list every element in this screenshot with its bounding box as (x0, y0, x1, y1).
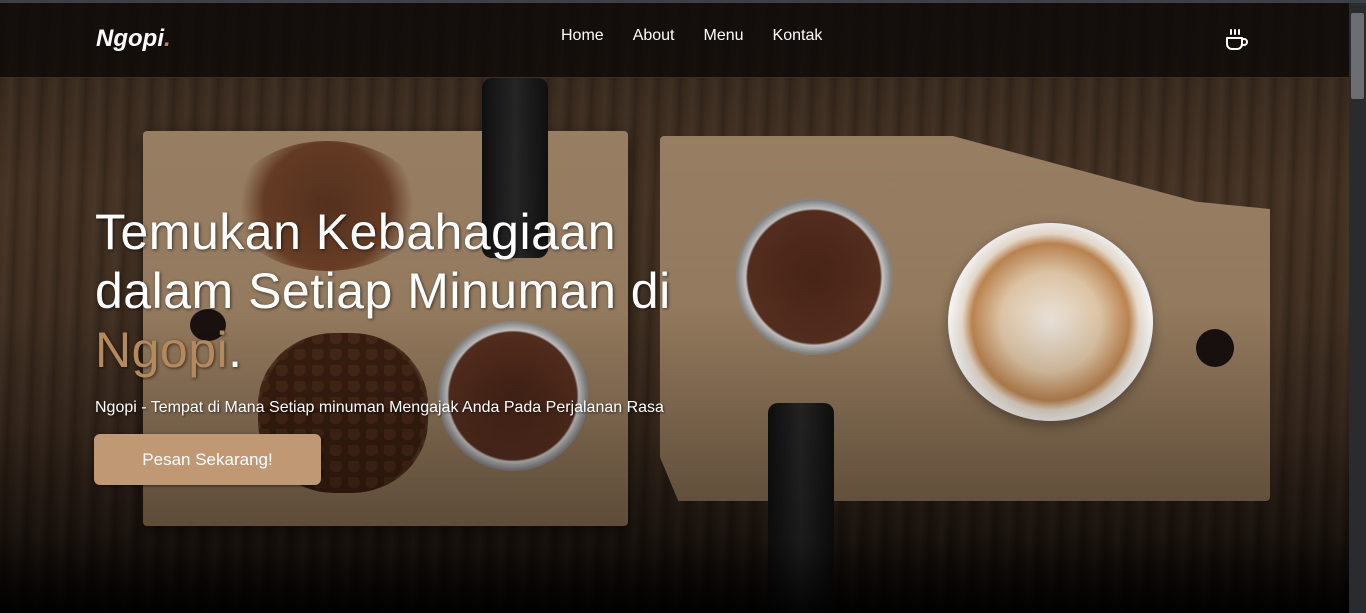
brand-logo[interactable]: Ngopi. (96, 25, 171, 53)
page-scrollbar[interactable] (1349, 3, 1366, 613)
hero-heading-brand: Ngopi (95, 322, 229, 378)
scrollbar-thumb[interactable] (1351, 13, 1364, 99)
coffee-cup-icon[interactable] (1224, 27, 1250, 53)
brand-dot: . (163, 25, 171, 52)
hero-tagline: Ngopi - Tempat di Mana Setiap minuman Me… (95, 399, 664, 416)
hero-heading-line2: dalam Setiap Minuman di (95, 263, 671, 319)
hero-content: Temukan Kebahagiaan dalam Setiap Minuman… (95, 203, 815, 380)
nav-home[interactable]: Home (561, 27, 604, 45)
navbar: Ngopi. Home About Menu Kontak (0, 3, 1349, 78)
hero-heading-dot: . (228, 322, 243, 378)
nav-menu[interactable]: Menu (704, 27, 744, 45)
brand-name: Ngopi (96, 25, 164, 52)
hero-heading: Temukan Kebahagiaan dalam Setiap Minuman… (95, 203, 815, 380)
nav-kontak[interactable]: Kontak (773, 27, 823, 45)
nav-links: Home About Menu Kontak (561, 27, 851, 45)
order-now-button[interactable]: Pesan Sekarang! (94, 434, 321, 485)
nav-about[interactable]: About (633, 27, 675, 45)
hero-heading-line1: Temukan Kebahagiaan (95, 204, 616, 260)
